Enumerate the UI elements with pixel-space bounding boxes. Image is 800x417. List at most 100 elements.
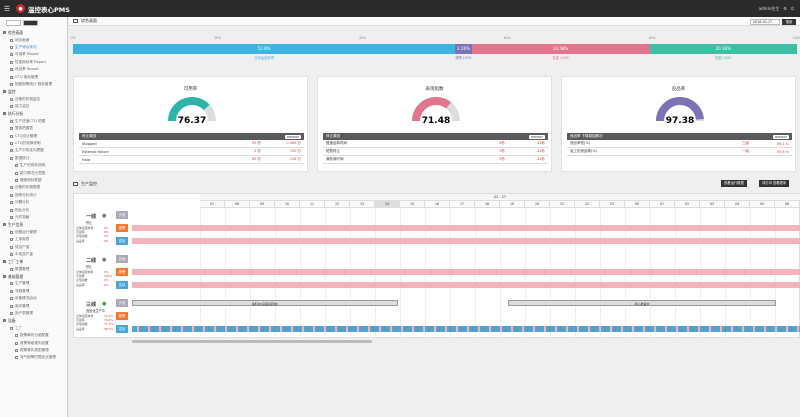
run-data-button[interactable]: 查看运行数据 <box>721 180 747 187</box>
sidebar-item-label: 趋势分析统计 <box>15 192 37 197</box>
sidebar-group[interactable]: 执行分析 <box>0 110 67 117</box>
sidebar-item[interactable]: 设备的机械监控 <box>0 96 67 103</box>
sidebar-item[interactable]: 元件规格 <box>0 214 67 221</box>
sidebar-item[interactable]: 报警等级规则设置 <box>0 339 67 346</box>
progress-tick: 0% <box>70 36 76 40</box>
sidebar-tab-2[interactable] <box>23 20 38 26</box>
sidebar-item[interactable]: 趋势分析统计 <box>0 192 67 199</box>
gear-icon[interactable]: ⚙ <box>783 6 787 11</box>
report-button[interactable]: REPORT <box>773 134 789 139</box>
menu-toggle-icon[interactable]: ☰ <box>0 0 14 17</box>
sidebar-item-label: 工厂工单 <box>8 258 24 264</box>
report-button[interactable]: REPORT <box>529 134 545 139</box>
logo[interactable]: ● 温控表心PMS <box>16 4 70 14</box>
sidebar-item[interactable]: 生产中的走向把握 <box>0 147 67 154</box>
metric-label: 良品率 <box>76 326 85 331</box>
sidebar-item[interactable]: 用户表管理 <box>0 310 67 317</box>
sidebar-item[interactable]: 相比分析 <box>0 206 67 213</box>
sidebar-item[interactable]: 生产综合状况 <box>0 44 67 51</box>
sidebar-tab-1[interactable] <box>6 20 21 26</box>
sidebar-item[interactable]: 报警事件类型管理 <box>0 347 67 354</box>
sidebar-item[interactable]: CTQ的规律说明 <box>0 140 67 147</box>
row-button-0[interactable]: 计划 <box>116 299 128 307</box>
sidebar-item[interactable]: 能力监控 <box>0 103 67 110</box>
sidebar-item[interactable]: 半成品产量 <box>0 251 67 258</box>
sidebar-item[interactable]: CTQ 指标管理 <box>0 73 67 80</box>
sidebar-item[interactable]: 数据管理 <box>0 266 67 273</box>
production-line: 二线 ● 停止 全体运营效率 0% 可用率 100% 表现指数 0% 良品率 0% 计划 报警 实绩 <box>74 255 800 299</box>
row-button-1[interactable]: 报警 <box>116 268 128 276</box>
kpi-panel: 良品率 97.38 良品率 下降原因概况 REPORT 良品率低(%) 三级 58.1 % 返… <box>561 76 796 172</box>
sidebar-item[interactable]: 设备情况启动 <box>0 295 67 302</box>
sidebar-group[interactable]: 设备 <box>0 317 67 324</box>
report-button[interactable]: REPORT <box>285 134 301 139</box>
row-button-1[interactable]: 报警 <box>116 312 128 320</box>
row-button-2[interactable]: 实绩 <box>116 325 128 333</box>
sidebar-item[interactable]: 整体把握表 <box>0 125 67 132</box>
sidebar-item[interactable]: 综合画面 <box>0 36 67 43</box>
sidebar-item[interactable]: 生产进度CTQ 把握 <box>0 118 67 125</box>
square-icon <box>10 193 13 197</box>
sidebar-item[interactable]: 生产管理 <box>0 280 67 287</box>
table-cell: 59 秒 <box>251 141 261 145</box>
sidebar-item-label: 库存管理 <box>15 303 30 308</box>
square-icon <box>10 149 13 153</box>
table-cell: Stopped <box>82 141 97 146</box>
sidebar-item[interactable]: 性能指标率 Report <box>0 59 67 66</box>
sidebar-item[interactable]: 能力情况示意图 <box>0 169 67 176</box>
square-icon <box>15 341 18 345</box>
sidebar-group[interactable]: 基础管理 <box>0 273 67 280</box>
row-button-1[interactable]: 报警 <box>116 224 128 232</box>
sidebar-item[interactable]: 良品率 Report <box>0 66 67 73</box>
app-name: 温控表心PMS <box>28 5 70 14</box>
row-button-2[interactable]: 实绩 <box>116 237 128 245</box>
sidebar-item-label: 数据统计 <box>15 155 30 160</box>
metric: 良品率 0% <box>76 283 109 287</box>
sidebar-item[interactable]: 报警事件分组配置 <box>0 332 67 339</box>
sidebar-item[interactable]: 设备的机械数据 <box>0 184 67 191</box>
sidebar-item-label: 生产管理 <box>15 281 30 286</box>
sidebar: 综合画面 综合画面 生产综合状况 可用率 Report 性能指标率 Report 良品率 … <box>0 17 68 417</box>
sidebar-item[interactable]: CTQ设计管理 <box>0 132 67 139</box>
sidebar-group[interactable]: 综合画面 <box>0 29 67 36</box>
sidebar-item[interactable]: 可用率 Report <box>0 51 67 58</box>
square-icon <box>3 90 6 94</box>
horizontal-scrollbar[interactable] <box>132 340 372 343</box>
sidebar-item-label: 能力监控 <box>15 104 30 109</box>
table-row: 满负荷时间 5秒 41秒 <box>323 156 548 164</box>
sidebar-item[interactable]: 偏差指标数据 <box>0 177 67 184</box>
hour-label: 03 <box>700 201 725 207</box>
line-status: 停止 <box>86 265 93 269</box>
sidebar-item[interactable]: 生产的现状说明 <box>0 162 67 169</box>
hour-label: 21 <box>550 201 575 207</box>
user-name[interactable]: admin先生 <box>759 6 780 12</box>
row-button-0[interactable]: 计划 <box>116 211 128 219</box>
sidebar-group[interactable]: 工厂工单 <box>0 258 67 265</box>
print-view-button[interactable]: 待打印 查看程序 <box>759 180 790 187</box>
hour-label: 07 <box>200 201 225 207</box>
sidebar-item[interactable]: 成品产量 <box>0 243 67 250</box>
hour-label: 17 <box>450 201 475 207</box>
table-cell: 良品率低(%) <box>570 141 591 145</box>
sidebar-item[interactable]: 问题分析 <box>0 199 67 206</box>
sidebar-item[interactable]: 相差报警统计 指标管理 <box>0 81 67 88</box>
sidebar-item[interactable]: 电气报警时限定点管理 <box>0 354 67 361</box>
sidebar-group[interactable]: 生产信息 <box>0 221 67 228</box>
sidebar-item[interactable]: 库存管理 <box>0 302 67 309</box>
hour-label: 19 <box>500 201 525 207</box>
power-icon[interactable]: ⏻ <box>791 6 794 11</box>
square-icon <box>3 223 6 227</box>
row-button-0[interactable]: 计划 <box>116 255 128 263</box>
sidebar-item[interactable]: 数据统计 <box>0 155 67 162</box>
search-button[interactable]: 搜索 <box>782 19 796 25</box>
sidebar-group[interactable]: 监控 <box>0 88 67 95</box>
sidebar-item[interactable]: 工序报表 <box>0 236 67 243</box>
date-input[interactable]: 2018-02-27 <box>750 19 780 25</box>
gauge-value: 76.37 <box>178 116 206 126</box>
sidebar-item[interactable]: 流程管理 <box>0 288 67 295</box>
row-button-2[interactable]: 实绩 <box>116 281 128 289</box>
sidebar-item[interactable]: 设备运行管理 <box>0 229 67 236</box>
square-icon <box>10 60 13 64</box>
square-icon <box>10 134 13 138</box>
sidebar-item[interactable]: 工厂 <box>0 325 67 332</box>
